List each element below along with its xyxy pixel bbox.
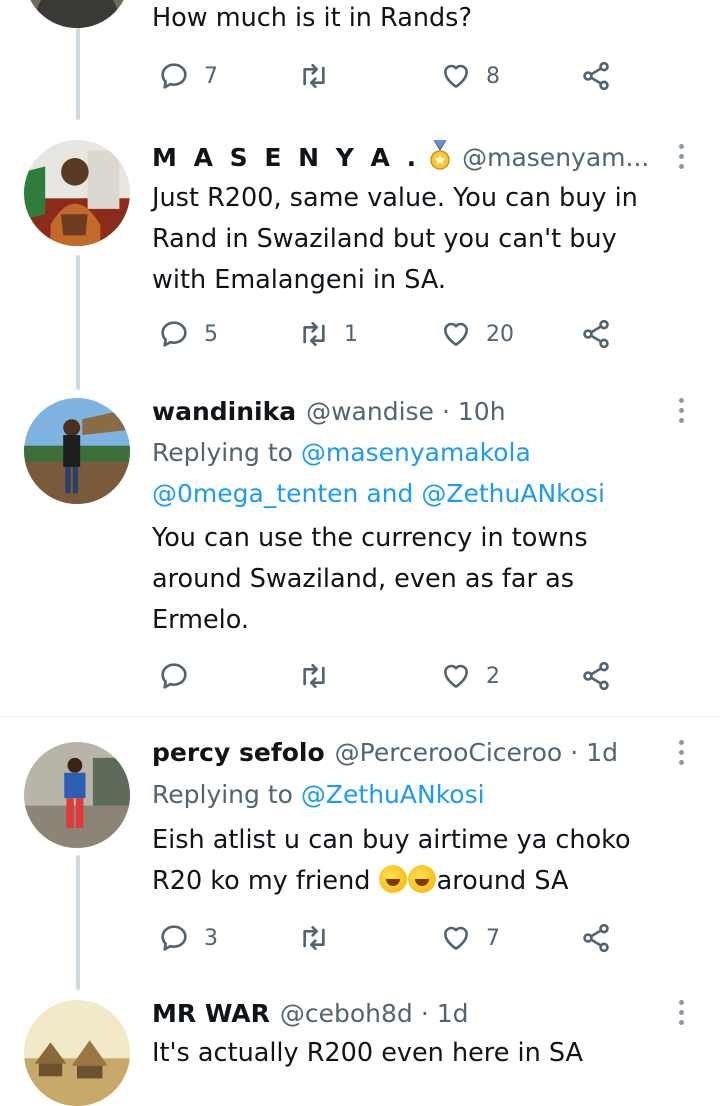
reply-count: 3 <box>204 925 218 951</box>
like-button[interactable]: 8 <box>440 56 500 96</box>
display-name[interactable]: wandinika <box>152 397 296 426</box>
more-icon[interactable] <box>676 740 686 770</box>
retweet-button[interactable] <box>298 918 344 958</box>
retweet-icon <box>303 926 325 950</box>
retweet-icon <box>303 63 325 88</box>
mention-link[interactable]: @ZethuANkosi <box>301 780 485 809</box>
divider <box>0 716 720 717</box>
more-icon[interactable] <box>676 1000 686 1030</box>
avatar[interactable] <box>24 0 130 28</box>
avatar[interactable] <box>24 742 130 848</box>
display-name[interactable]: percy sefolo <box>152 738 325 767</box>
retweet-icon <box>303 322 325 346</box>
reply-button[interactable] <box>158 656 204 696</box>
like-button[interactable]: 7 <box>440 918 500 958</box>
mention-link[interactable]: @0mega_tenten <box>152 479 358 508</box>
tweet-text: How much is it in Rands? <box>152 3 472 33</box>
retweet-count: 1 <box>344 321 358 347</box>
more-icon[interactable] <box>676 398 686 428</box>
timestamp[interactable]: 1d <box>437 999 469 1028</box>
like-count: 2 <box>486 663 500 689</box>
mention-link[interactable]: @ZethuANkosi <box>421 479 605 508</box>
like-icon <box>444 664 468 688</box>
retweet-icon <box>303 664 325 688</box>
tweet-text: You can use the currency in towns around… <box>152 523 588 635</box>
thread-line <box>76 255 80 390</box>
reply-icon <box>161 63 187 89</box>
mention-link[interactable]: @masenyamakola <box>301 438 531 467</box>
reply-icon <box>161 663 187 689</box>
verified-medal-icon <box>428 139 452 174</box>
share-button[interactable] <box>580 656 612 696</box>
share-icon <box>583 61 609 91</box>
like-icon <box>444 926 468 950</box>
retweet-button[interactable] <box>298 656 344 696</box>
display-name[interactable]: MR WAR <box>152 999 270 1028</box>
avatar[interactable] <box>24 1000 130 1106</box>
username[interactable]: @PercerooCiceroo <box>335 738 563 767</box>
tweet-header: wandinika @wandise · 10h <box>152 396 506 426</box>
share-button[interactable] <box>580 314 612 354</box>
like-count: 20 <box>486 321 514 347</box>
reply-button[interactable]: 7 <box>158 56 218 96</box>
tweet-header: percy sefolo @PercerooCiceroo · 1d <box>152 737 618 767</box>
tweet-text: Eish atlist u can buy airtime ya choko R… <box>152 825 631 896</box>
share-button[interactable] <box>580 918 612 958</box>
more-icon[interactable] <box>676 144 686 174</box>
like-button[interactable]: 20 <box>440 314 514 354</box>
reply-button[interactable]: 5 <box>158 314 218 354</box>
avatar[interactable] <box>24 398 130 504</box>
username[interactable]: @ceboh8d <box>280 999 413 1028</box>
like-count: 7 <box>486 925 500 951</box>
reply-icon <box>161 321 187 347</box>
display-name[interactable]: M A S E N Y A . <box>152 143 420 172</box>
tweet-header: M A S E N Y A . @masenyam... · 1d <box>152 139 650 175</box>
reply-icon <box>161 925 187 951</box>
reply-count: 5 <box>204 321 218 347</box>
avatar[interactable] <box>24 140 130 246</box>
tweet-text: It's actually R200 even here in SA <box>152 1038 583 1068</box>
reply-count: 7 <box>204 63 218 89</box>
like-icon <box>444 322 468 346</box>
replying-to: Replying to @masenyamakola @0mega_tenten… <box>152 438 605 508</box>
username[interactable]: @masenyam... <box>462 143 649 172</box>
timestamp[interactable]: 1d <box>586 738 618 767</box>
username[interactable]: @wandise <box>306 397 434 426</box>
share-button[interactable] <box>580 56 612 96</box>
thread-line <box>76 855 80 990</box>
tweet-header: MR WAR @ceboh8d · 1d <box>152 998 469 1028</box>
rofl-emoji-icon <box>407 865 436 893</box>
rofl-emoji-icon <box>378 865 407 893</box>
retweet-button[interactable]: 1 <box>298 314 358 354</box>
share-icon <box>583 661 609 691</box>
tweet-text: Just R200, same value. You can buy in Ra… <box>152 183 638 295</box>
retweet-button[interactable] <box>298 56 344 96</box>
replying-to: Replying to @ZethuANkosi <box>152 780 485 809</box>
timestamp[interactable]: 10h <box>458 397 506 426</box>
like-count: 8 <box>486 63 500 89</box>
share-icon <box>583 923 609 953</box>
share-icon <box>583 319 609 349</box>
like-button[interactable]: 2 <box>440 656 500 696</box>
reply-button[interactable]: 3 <box>158 918 218 958</box>
like-icon <box>444 64 468 88</box>
